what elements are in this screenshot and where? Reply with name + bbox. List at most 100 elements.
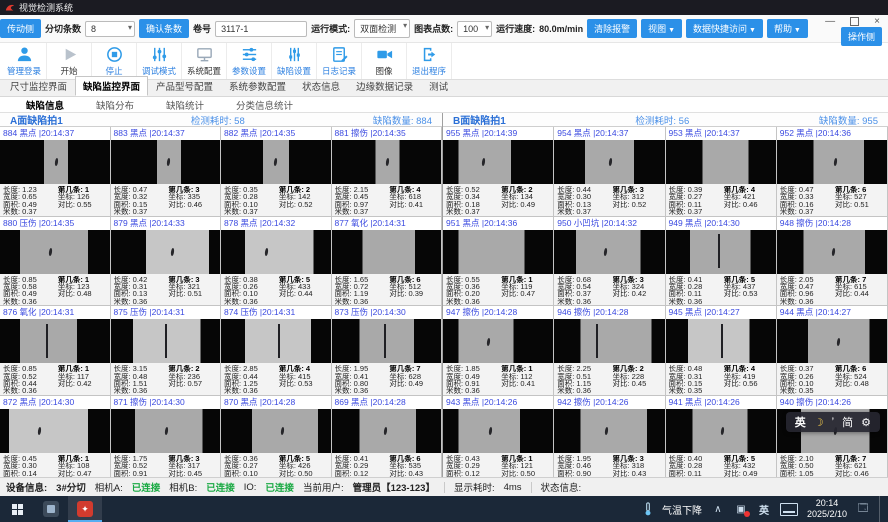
image-button[interactable]: 图像 xyxy=(362,43,407,79)
defect-cell[interactable]: 948 擦伤 |20:14:28长度: 2.05宽度: 0.47面积: 0.96… xyxy=(777,217,888,307)
data-quick-access-button[interactable]: 数据快捷访问 xyxy=(686,19,763,38)
operate-side-button[interactable]: 操作侧 xyxy=(841,27,882,46)
info-line: 坐标: 317 xyxy=(168,462,217,469)
defect-cell[interactable]: 873 压伤 |20:14:30长度: 1.95宽度: 0.41面积: 0.80… xyxy=(332,306,443,396)
defect-image xyxy=(554,230,664,274)
defect-cell[interactable]: 947 擦伤 |20:14:28长度: 1.85宽度: 0.49面积: 0.91… xyxy=(443,306,554,396)
ime-language-indicator[interactable]: 英 xyxy=(757,502,771,516)
taskbar-app-inspection[interactable]: ✦ xyxy=(68,496,102,522)
help-menu-button[interactable]: 帮助 xyxy=(767,19,808,38)
defect-cell[interactable]: 954 黑点 |20:14:37长度: 0.44宽度: 0.30面积: 0.13… xyxy=(554,127,665,217)
drive-side-button[interactable]: 传动侧 xyxy=(0,19,41,38)
split-count-select[interactable]: 8 xyxy=(85,21,135,37)
start-button[interactable] xyxy=(0,496,34,522)
action-center-icon[interactable]: 🗔 xyxy=(856,502,870,516)
defect-cell[interactable]: 876 氧化 |20:14:31长度: 0.85宽度: 0.52面积: 0.44… xyxy=(0,306,111,396)
defect-mark xyxy=(281,427,285,435)
ime-apostrophe[interactable]: ’ xyxy=(832,416,834,428)
defect-cell[interactable]: 951 黑点 |20:14:36长度: 0.55宽度: 0.36面积: 0.20… xyxy=(443,217,554,307)
debug-mode-button[interactable]: 调试模式 xyxy=(137,43,182,79)
defect-cell[interactable]: 949 黑点 |20:14:30长度: 0.41宽度: 0.28面积: 0.11… xyxy=(666,217,777,307)
defect-cell[interactable]: 945 黑点 |20:14:27长度: 0.48宽度: 0.31面积: 0.15… xyxy=(666,306,777,396)
roll-number-input[interactable] xyxy=(215,21,307,37)
close-icon[interactable]: × xyxy=(874,16,880,27)
main-tab-0[interactable]: 尺寸监控界面 xyxy=(2,76,75,96)
defect-cell[interactable]: 878 黑点 |20:14:32长度: 0.38宽度: 0.26面积: 0.10… xyxy=(221,217,332,307)
sub-tab-3[interactable]: 分类信息统计 xyxy=(220,97,309,113)
defect-cell[interactable]: 946 擦伤 |20:14:28长度: 2.25宽度: 0.51面积: 1.15… xyxy=(554,306,665,396)
taskbar-clock[interactable]: 20:14 2025/2/10 xyxy=(807,498,847,520)
moon-icon[interactable]: ☽ xyxy=(814,416,824,429)
tray-notification-icon[interactable]: ▣ xyxy=(734,502,748,516)
ime-toolbar[interactable]: 英 ☽ ’ 简 ⚙ xyxy=(786,412,880,432)
main-tab-6[interactable]: 测试 xyxy=(421,76,456,96)
defect-cell[interactable]: 880 压伤 |20:14:35长度: 0.85宽度: 0.58面积: 0.49… xyxy=(0,217,111,307)
chart-points-select[interactable]: 100 xyxy=(457,21,492,37)
ime-english-toggle[interactable]: 英 xyxy=(795,414,806,430)
taskbar-app-generic[interactable] xyxy=(34,496,68,522)
camera-icon xyxy=(375,45,394,64)
admin-login-button[interactable]: 管理登录 xyxy=(2,43,47,79)
main-tab-3[interactable]: 系统参数配置 xyxy=(221,76,294,96)
view-menu-button[interactable]: 视图 xyxy=(641,19,682,38)
info-line: 坐标: 321 xyxy=(168,283,217,290)
maximize-icon[interactable] xyxy=(850,17,859,26)
run-speed-value: 80.0m/min xyxy=(539,24,583,34)
defect-cell[interactable]: 940 擦伤 |20:14:26长度: 2.10宽度: 0.50面积: 1.05… xyxy=(777,396,888,486)
info-line: 长度: 1.65 xyxy=(335,276,390,283)
defect-cell[interactable]: 952 黑点 |20:14:36长度: 0.47宽度: 0.33面积: 0.16… xyxy=(777,127,888,217)
sub-tab-0[interactable]: 缺陷信息 xyxy=(10,97,80,113)
show-desktop-strip[interactable] xyxy=(879,496,884,522)
defect-info-right: 第几条: 2坐标: 142对比: 0.52 xyxy=(279,186,328,216)
main-tab-4[interactable]: 状态信息 xyxy=(294,76,348,96)
defect-cell[interactable]: 883 黑点 |20:14:37长度: 0.47宽度: 0.32面积: 0.15… xyxy=(111,127,222,217)
defect-cell[interactable]: 944 黑点 |20:14:27长度: 0.37宽度: 0.26面积: 0.10… xyxy=(777,306,888,396)
minimize-icon[interactable]: — xyxy=(825,16,835,27)
defect-cell[interactable]: 871 擦伤 |20:14:30长度: 1.75宽度: 0.52面积: 0.91… xyxy=(111,396,222,486)
confirm-count-button[interactable]: 确认条数 xyxy=(139,19,189,38)
defect-cell[interactable]: 875 压伤 |20:14:31长度: 3.15宽度: 0.48面积: 1.51… xyxy=(111,306,222,396)
param-settings-button[interactable]: 参数设置 xyxy=(227,43,272,79)
defect-cell[interactable]: 943 黑点 |20:14:26长度: 0.43宽度: 0.29面积: 0.12… xyxy=(443,396,554,486)
main-tab-5[interactable]: 边缘数据记录 xyxy=(348,76,421,96)
defect-cell[interactable]: 869 黑点 |20:14:28长度: 0.41宽度: 0.29面积: 0.12… xyxy=(332,396,443,486)
sub-tab-2[interactable]: 缺陷统计 xyxy=(150,97,220,113)
stop-button[interactable]: 停止 xyxy=(92,43,137,79)
defect-cell[interactable]: 881 擦伤 |20:14:35长度: 2.15宽度: 0.45面积: 0.97… xyxy=(332,127,443,217)
defect-cell[interactable]: 882 黑点 |20:14:35长度: 0.35宽度: 0.28面积: 0.10… xyxy=(221,127,332,217)
defect-cell[interactable]: 870 黑点 |20:14:28长度: 0.36宽度: 0.27面积: 0.10… xyxy=(221,396,332,486)
info-line: 米数: 0.36 xyxy=(557,387,612,394)
main-tab-1[interactable]: 缺陷监控界面 xyxy=(75,76,148,96)
gear-icon[interactable]: ⚙ xyxy=(861,416,871,429)
defect-cell[interactable]: 942 擦伤 |20:14:26长度: 1.95宽度: 0.46面积: 0.90… xyxy=(554,396,665,486)
defect-cell[interactable]: 872 黑点 |20:14:30长度: 0.45宽度: 0.30面积: 0.14… xyxy=(0,396,111,486)
defect-cell[interactable]: 955 黑点 |20:14:39长度: 0.52宽度: 0.34面积: 0.18… xyxy=(443,127,554,217)
log-record-button[interactable]: 日志记录 xyxy=(317,43,362,79)
defect-cell[interactable]: 879 黑点 |20:14:33长度: 0.42宽度: 0.31面积: 0.13… xyxy=(111,217,222,307)
sub-tab-1[interactable]: 缺陷分布 xyxy=(80,97,150,113)
defect-cell[interactable]: 884 黑点 |20:14:37长度: 1.23宽度: 0.65面积: 0.49… xyxy=(0,127,111,217)
defect-info-right: 第几条: 3坐标: 324对比: 0.42 xyxy=(613,276,662,306)
start-button[interactable]: 开始 xyxy=(47,43,92,79)
defect-mark xyxy=(165,324,167,358)
info-line: 对比: 0.43 xyxy=(389,470,438,477)
system-config-button[interactable]: 系统配置 xyxy=(182,43,227,79)
defect-cell[interactable]: 874 压伤 |20:14:31长度: 2.85宽度: 0.44面积: 1.25… xyxy=(221,306,332,396)
defect-cell[interactable]: 941 黑点 |20:14:26长度: 0.40宽度: 0.28面积: 0.11… xyxy=(666,396,777,486)
ime-simplified-toggle[interactable]: 简 xyxy=(842,414,853,430)
defect-mark xyxy=(384,427,388,435)
defect-cell[interactable]: 950 小凹坑 |20:14:32长度: 0.68宽度: 0.54面积: 0.3… xyxy=(554,217,665,307)
clear-alarm-button[interactable]: 清除报警 xyxy=(587,19,637,38)
defect-cell-header: 941 黑点 |20:14:26 xyxy=(666,396,776,409)
defect-cell[interactable]: 953 黑点 |20:14:37长度: 0.39宽度: 0.27面积: 0.11… xyxy=(666,127,777,217)
defect-settings-button[interactable]: 缺陷设置 xyxy=(272,43,317,79)
info-line: 米数: 0.36 xyxy=(557,298,612,305)
main-tab-2[interactable]: 产品型号配置 xyxy=(148,76,221,96)
defect-cell[interactable]: 877 氧化 |20:14:31长度: 1.65宽度: 0.72面积: 1.19… xyxy=(332,217,443,307)
info-line: 坐标: 119 xyxy=(501,283,550,290)
weather-text[interactable]: 气温下降 xyxy=(662,502,702,517)
run-mode-select[interactable]: 双面检测 xyxy=(354,19,410,38)
touch-keyboard-icon[interactable] xyxy=(780,503,798,516)
tray-expand-icon[interactable]: ∧ xyxy=(711,502,725,516)
exit-program-button[interactable]: 退出程序 xyxy=(407,43,452,79)
